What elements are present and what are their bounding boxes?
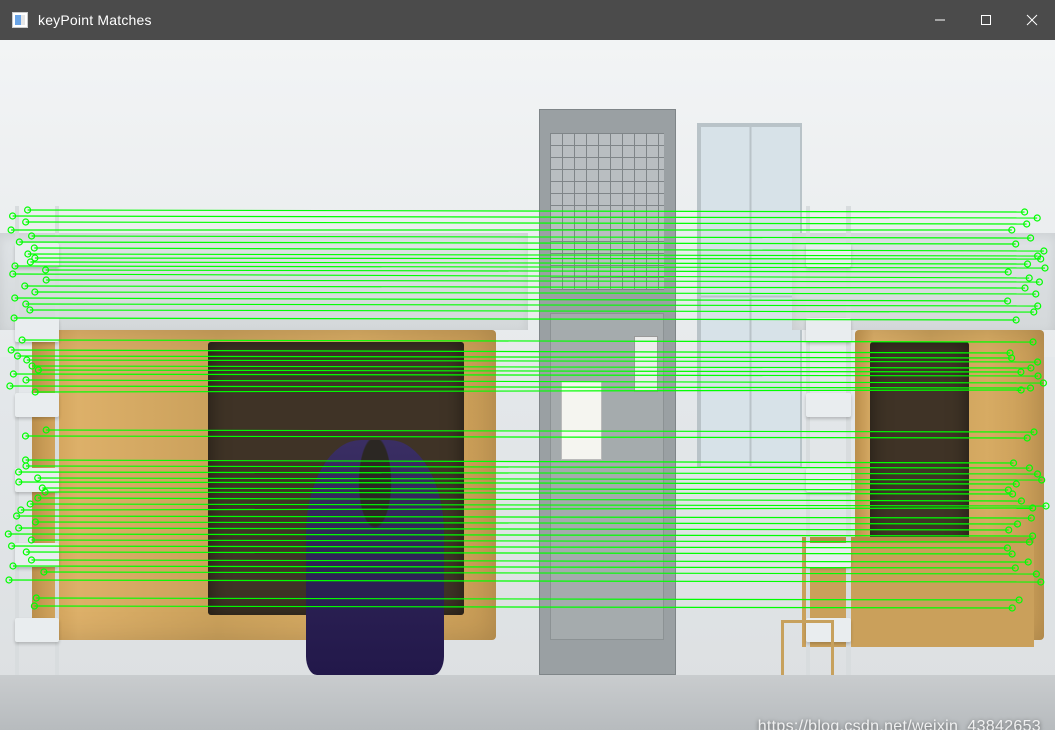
close-button[interactable]: [1009, 0, 1055, 40]
window-title: keyPoint Matches: [38, 12, 152, 28]
ladder-left: [11, 206, 64, 675]
minimize-button[interactable]: [917, 0, 963, 40]
close-icon: [1026, 14, 1038, 26]
maximize-icon: [980, 14, 992, 26]
image-viewport: https://blog.csdn.net/weixin_43842653: [0, 40, 1055, 746]
minimize-icon: [934, 14, 946, 26]
bottom-border: [0, 730, 1055, 746]
left-image: [0, 40, 528, 730]
door: [539, 109, 676, 675]
title-bar[interactable]: keyPoint Matches: [0, 0, 1055, 40]
window-pane: [697, 123, 802, 468]
person-seated: [306, 440, 443, 675]
right-image: [528, 40, 1055, 730]
app-window: keyPoint Matches: [0, 0, 1055, 746]
maximize-button[interactable]: [963, 0, 1009, 40]
app-icon: [12, 12, 28, 28]
ladder-right: [802, 206, 855, 675]
stitched-image: [0, 40, 1055, 730]
